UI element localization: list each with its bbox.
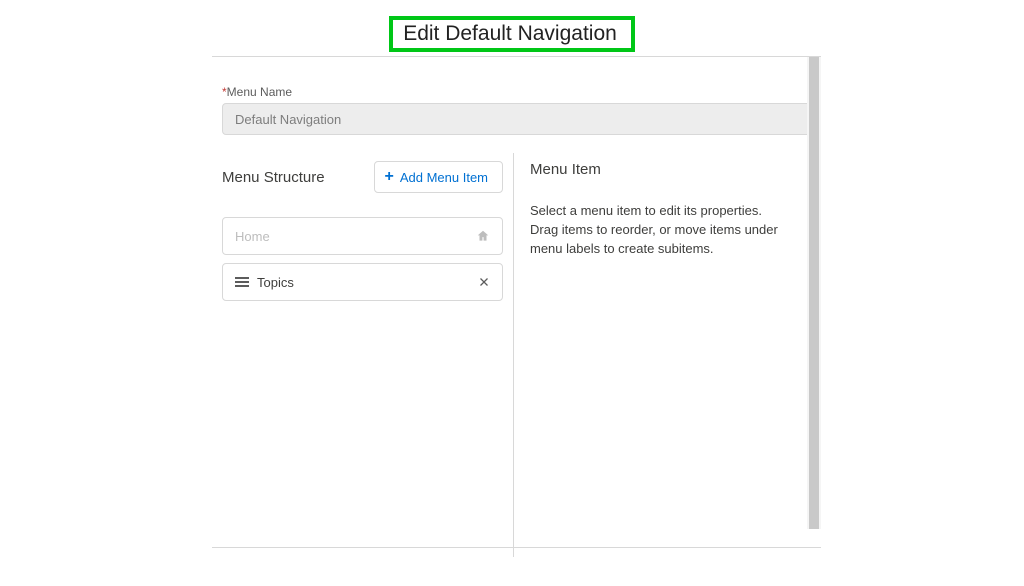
menu-item-home[interactable]: Home [222, 217, 503, 255]
add-menu-item-label: Add Menu Item [400, 170, 488, 185]
menu-item-left: Home [235, 229, 270, 244]
title-highlight-box: Edit Default Navigation [389, 16, 635, 52]
menu-item-left: Topics [235, 275, 294, 290]
menu-name-input[interactable] [222, 103, 811, 135]
drag-handle-icon[interactable] [235, 277, 249, 287]
remove-item-button[interactable] [478, 276, 490, 288]
menu-name-label: *Menu Name [222, 85, 811, 99]
page-title: Edit Default Navigation [403, 22, 617, 46]
editor-panel: *Menu Name Menu Structure + Add Menu Ite… [212, 56, 821, 548]
title-wrapper: Edit Default Navigation [0, 16, 1024, 52]
menu-structure-column: Menu Structure + Add Menu Item Home [212, 153, 513, 557]
menu-structure-header: Menu Structure + Add Menu Item [222, 161, 503, 193]
scrollbar[interactable] [807, 57, 821, 529]
scrollbar-thumb[interactable] [809, 57, 819, 529]
menu-item-topics[interactable]: Topics [222, 263, 503, 301]
menu-item-label: Topics [257, 275, 294, 290]
add-menu-item-button[interactable]: + Add Menu Item [374, 161, 504, 193]
menu-structure-title: Menu Structure [222, 169, 325, 186]
columns: Menu Structure + Add Menu Item Home [212, 153, 821, 557]
menu-name-label-text: Menu Name [227, 85, 292, 99]
menu-item-detail-title: Menu Item [530, 161, 811, 178]
menu-item-label: Home [235, 229, 270, 244]
page: Edit Default Navigation *Menu Name Menu … [0, 0, 1024, 586]
menu-item-detail-column: Menu Item Select a menu item to edit its… [513, 153, 821, 557]
menu-name-field: *Menu Name [212, 57, 821, 135]
home-icon [476, 229, 490, 243]
plus-icon: + [385, 169, 394, 185]
menu-item-detail-description: Select a menu item to edit its propertie… [530, 202, 790, 259]
